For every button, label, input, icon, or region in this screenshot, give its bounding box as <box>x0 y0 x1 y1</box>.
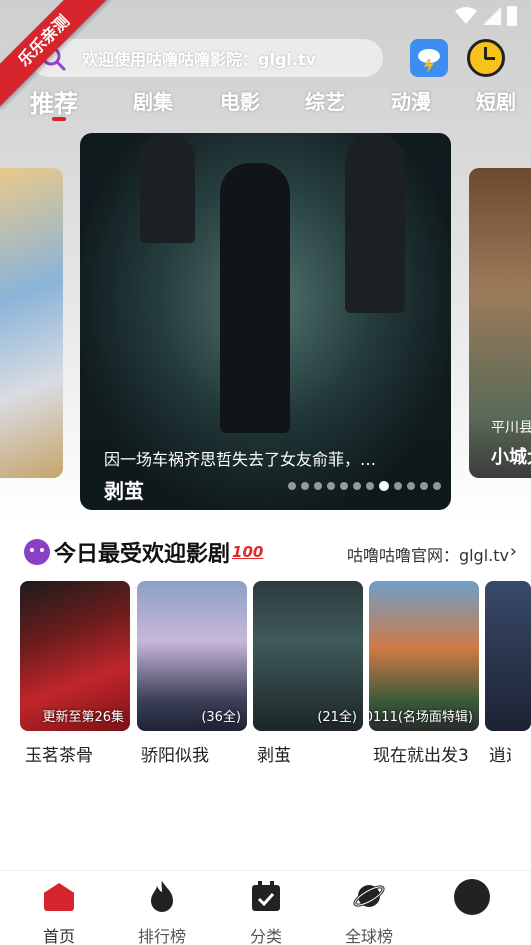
carousel-dot[interactable] <box>340 482 348 490</box>
tab-recommend[interactable]: 推荐 <box>30 84 78 119</box>
calendar-check-icon <box>252 881 280 911</box>
poster-title[interactable]: 剥茧 <box>257 741 291 766</box>
tab-variety[interactable]: 综艺 <box>305 86 345 115</box>
poster-badge: 更新至第26集 <box>42 710 124 725</box>
poster-card[interactable]: 0111(名场面特辑) <box>369 581 479 731</box>
poster-figure-left <box>140 133 195 243</box>
carousel-dot[interactable] <box>379 481 389 491</box>
official-site-link[interactable]: 咕噜咕噜官网：glgl.tv <box>347 542 509 566</box>
tab-series[interactable]: 剧集 <box>133 86 173 115</box>
bottom-navigation: 首页 排行榜 分类 全球榜 <box>0 870 531 945</box>
flame-icon <box>151 881 173 912</box>
carousel-dots <box>288 481 441 491</box>
tab-movies[interactable]: 电影 <box>220 86 260 115</box>
cloud-lightning-icon <box>418 49 440 73</box>
nav-label: 首页 <box>42 927 75 945</box>
poster-card[interactable]: (36全) <box>137 581 247 731</box>
poster-card[interactable] <box>485 581 531 731</box>
poster-figure-center <box>220 163 290 433</box>
carousel-dot[interactable] <box>407 482 415 490</box>
banner-next-title: 小城大 <box>491 447 531 468</box>
section-title: 今日最受欢迎影剧 <box>54 542 231 567</box>
carousel-dot[interactable] <box>394 482 402 490</box>
carousel-dot[interactable] <box>366 482 374 490</box>
carousel-dot[interactable] <box>301 482 309 490</box>
poster-badge: (36全) <box>201 710 241 725</box>
active-tab-indicator <box>52 117 66 121</box>
category-tabs: 推荐 剧集 电影 综艺 动漫 短剧 <box>0 84 531 124</box>
carousel-dot[interactable] <box>314 482 322 490</box>
nav-ranking[interactable]: 排行榜 <box>117 879 207 945</box>
banner-prev[interactable] <box>0 168 63 478</box>
poster-badge: 0111(名场面特辑) <box>369 710 473 725</box>
devil-emoji-icon <box>24 539 50 565</box>
carousel-dot[interactable] <box>433 482 441 490</box>
banner-next-caption: 平川县 <box>491 420 531 436</box>
search-placeholder: 欢迎使用咕噜咕噜影院：glgl.tv <box>82 50 317 69</box>
poster-title[interactable]: 逍遥 <box>489 741 511 766</box>
nav-category[interactable]: 分类 <box>221 879 311 945</box>
banner-main[interactable]: 因一场车祸齐思哲失去了女友俞菲，… 剥茧 <box>80 133 451 510</box>
section-header: 今日最受欢迎影剧 100 <box>24 535 263 569</box>
carousel-dot[interactable] <box>420 482 428 490</box>
poster-figure-right <box>345 133 405 313</box>
banner-title: 剥茧 <box>104 479 144 503</box>
poster-card[interactable]: (21全) <box>253 581 363 731</box>
signal-icon <box>483 7 501 25</box>
nav-global[interactable]: 全球榜 <box>324 879 414 945</box>
poster-title[interactable]: 玉茗茶骨 <box>25 741 93 766</box>
home-icon <box>42 883 76 917</box>
nav-profile[interactable] <box>427 879 517 921</box>
avatar-icon <box>454 879 490 915</box>
battery-icon <box>507 6 517 26</box>
nav-home[interactable]: 首页 <box>14 879 104 945</box>
banner-carousel[interactable]: 因一场车祸齐思哲失去了女友俞菲，… 剥茧 <box>0 133 531 513</box>
carousel-dot[interactable] <box>353 482 361 490</box>
chevron-right-icon[interactable]: › <box>510 541 517 562</box>
weather-button[interactable] <box>410 39 448 77</box>
poster-title[interactable]: 现在就出发3 <box>373 741 469 766</box>
poster-title[interactable]: 骄阳似我 <box>141 741 209 766</box>
hundred-emoji-icon: 100 <box>232 543 264 561</box>
nav-label: 全球榜 <box>344 927 393 945</box>
banner-caption: 因一场车祸齐思哲失去了女友俞菲，… <box>104 450 377 469</box>
carousel-dot[interactable] <box>288 482 296 490</box>
wifi-icon <box>455 7 477 24</box>
clock-icon[interactable] <box>467 39 505 77</box>
poster-badge: (21全) <box>317 710 357 725</box>
nav-label: 排行榜 <box>137 927 186 945</box>
carousel-dot[interactable] <box>327 482 335 490</box>
poster-card[interactable]: 更新至第26集 <box>20 581 130 731</box>
search-bar[interactable]: 欢迎使用咕噜咕噜影院：glgl.tv <box>30 39 383 77</box>
planet-icon <box>353 885 385 907</box>
tab-anime[interactable]: 动漫 <box>391 86 431 115</box>
nav-label: 分类 <box>249 927 282 945</box>
tab-shorts[interactable]: 短剧 <box>476 86 516 115</box>
